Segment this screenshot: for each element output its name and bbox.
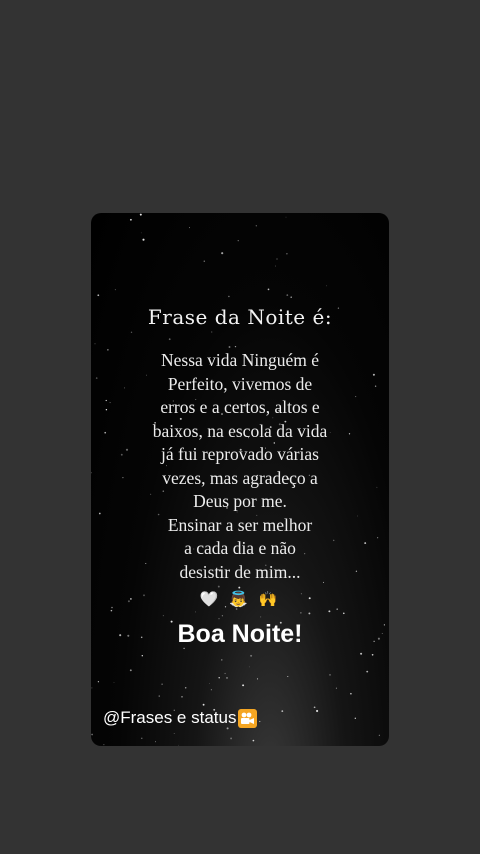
quote-text: Nessa vida Ninguém é Perfeito, vivemos d… bbox=[111, 349, 369, 584]
closing-greeting: Boa Noite! bbox=[177, 620, 303, 648]
quote-line: Ensinar a ser melhor bbox=[167, 514, 313, 535]
quote-line: a cada dia e não bbox=[184, 538, 296, 558]
quote-line: vezes, mas agradeço a bbox=[162, 467, 318, 488]
story-card: Frase da Noite é: Nessa vida Ninguém é P… bbox=[91, 213, 389, 746]
handle-text: @Frases e status bbox=[103, 708, 237, 727]
quote-line: já fui reprovado várias bbox=[161, 444, 319, 464]
quote-line: erros e a certos, altos e bbox=[160, 397, 320, 417]
emoji-row: 🤍 👼 🙌 bbox=[199, 590, 281, 608]
quote-line: Perfeito, vivemos de bbox=[167, 373, 313, 394]
quote-line: Deus por me. bbox=[193, 491, 287, 511]
quote-line: desistir de mim... bbox=[179, 561, 301, 582]
quote-line: baixos, na escola da vida bbox=[152, 420, 328, 441]
handle-sticker[interactable]: @Frases e status bbox=[103, 708, 258, 728]
story-title: Frase da Noite é: bbox=[147, 305, 333, 329]
quote-line: Nessa vida Ninguém é bbox=[161, 350, 319, 370]
movie-camera-icon bbox=[238, 708, 258, 728]
